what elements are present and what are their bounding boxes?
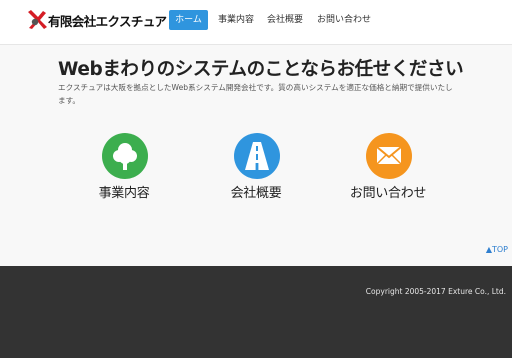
mail-icon: [366, 133, 412, 179]
copyright-text: Copyright 2005-2017 Exture Co., Ltd.: [365, 287, 506, 296]
feature-business-label: 事業内容: [98, 186, 150, 201]
logo-x-icon: [28, 10, 47, 29]
main-content: Webまわりのシステムのことならお任せください エクスチュアは大阪を拠点としたW…: [0, 44, 512, 266]
road-icon: [234, 133, 280, 179]
feature-contact[interactable]: お問い合わせ: [328, 133, 448, 203]
hero-description: エクスチュアは大阪を拠点としたWeb系システム開発会社です。質の高いシステムを適…: [58, 83, 453, 105]
feature-company-label: 会社概要: [230, 186, 282, 201]
site-footer: Copyright 2005-2017 Exture Co., Ltd.: [0, 266, 512, 358]
nav-business[interactable]: 事業内容: [218, 10, 254, 30]
feature-business[interactable]: 事業内容: [64, 133, 184, 203]
logo-text: 有限会社エクスチュア: [48, 14, 167, 29]
nav-contact[interactable]: お問い合わせ: [317, 10, 371, 30]
feature-contact-label: お問い合わせ: [349, 186, 427, 201]
feature-company[interactable]: 会社概要: [196, 133, 316, 203]
tree-icon: [102, 133, 148, 179]
nav-company[interactable]: 会社概要: [267, 10, 303, 30]
site-logo[interactable]: 有限会社エクスチュア: [26, 9, 167, 31]
back-to-top-link[interactable]: ▲TOP: [486, 245, 508, 254]
nav-home[interactable]: ホーム: [169, 10, 208, 30]
site-header: 有限会社エクスチュア ホーム 事業内容 会社概要 お問い合わせ: [0, 0, 512, 44]
hero-title: Webまわりのシステムのことならお任せください: [58, 59, 464, 80]
